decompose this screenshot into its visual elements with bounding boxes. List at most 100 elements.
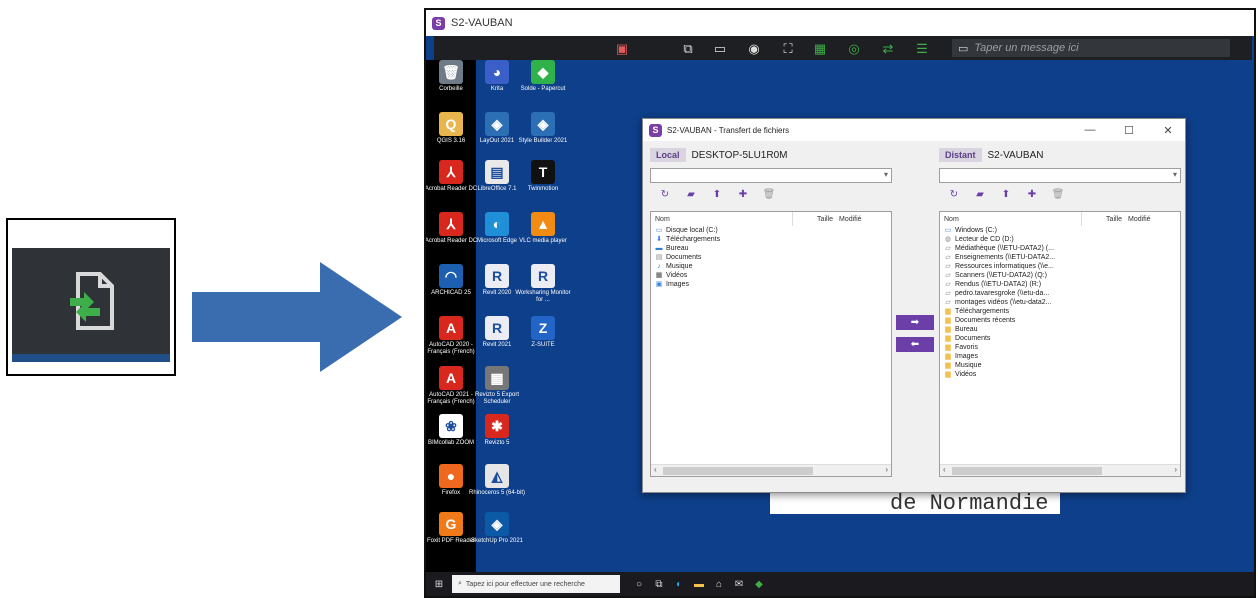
dialog-title: S2-VAUBAN - Transfert de fichiers — [667, 125, 790, 135]
desktop-icon-label: VLC media player — [519, 238, 567, 244]
download-arrow-button[interactable]: ⬅ — [896, 337, 934, 352]
col-name[interactable]: Nom — [944, 212, 1082, 226]
col-modified[interactable]: Modifié — [1126, 216, 1151, 223]
remote-file-list[interactable]: Nom Taille Modifié ▭ Windows (C:) ◍ Lecteur… — [939, 211, 1181, 477]
file-transfer-icon[interactable] — [56, 268, 126, 338]
fullscreen-icon[interactable]: ⛶ — [780, 40, 796, 56]
new-folder-icon[interactable]: ✚ — [736, 189, 750, 200]
list-item[interactable]: ▆ Favoris — [940, 343, 1180, 352]
revizto-icon: ✱ — [485, 414, 509, 438]
papercut-taskbar-icon[interactable]: ◆ — [752, 577, 766, 591]
list-item[interactable]: ▱ montages vidéos (\\etu-data2... — [940, 298, 1180, 307]
network-drive-icon: ▱ — [945, 263, 951, 270]
list-item[interactable]: ▆ Images — [940, 352, 1180, 361]
up-folder-icon[interactable]: ⬆ — [999, 189, 1013, 200]
col-size[interactable]: Taille — [793, 216, 837, 223]
monitor-icon[interactable]: ▭ — [712, 40, 728, 56]
scroll-thumb[interactable] — [663, 467, 813, 475]
scroll-left-icon[interactable]: ‹ — [654, 465, 657, 474]
desktop-icon[interactable]: ▦ Revizto 5 Export Scheduler — [468, 366, 526, 406]
close-button[interactable]: ✕ — [1151, 124, 1185, 137]
list-item-label: Favoris — [955, 344, 978, 351]
scroll-thumb[interactable] — [952, 467, 1102, 475]
settings-sliders-icon[interactable]: ☰ — [914, 40, 930, 56]
list-item[interactable]: ♪ Musique — [651, 262, 891, 271]
store-taskbar-icon[interactable]: ⌂ — [712, 577, 726, 591]
desktop-icon[interactable]: ◭ Rhinoceros 5 (64-bit) — [468, 464, 526, 497]
list-item[interactable]: ▆ Musique — [940, 361, 1180, 370]
remote-path-combo[interactable]: ▾ — [939, 168, 1181, 183]
windows-start-icon[interactable]: ⊞ — [432, 577, 446, 591]
list-item[interactable]: ▤ Documents — [651, 253, 891, 262]
local-hscroll[interactable]: ‹ › — [651, 464, 891, 476]
new-folder-icon[interactable]: ✚ — [1025, 189, 1039, 200]
list-item[interactable]: ▱ Ressources informatiques (\\e... — [940, 262, 1180, 271]
refresh-icon[interactable]: ↻ — [947, 189, 961, 200]
taskbar-search[interactable]: ⌕ Tapez ici pour effectuer une recherche — [452, 575, 620, 593]
list-item[interactable]: ▣ Images — [651, 280, 891, 289]
local-file-list[interactable]: Nom Taille Modifié ▭ Disque local (C:) ⬇ Té… — [650, 211, 892, 477]
split-view-icon[interactable]: ▦ — [812, 40, 828, 56]
desktop-icon-label: Z-SUITE — [531, 342, 555, 348]
list-item[interactable]: ▱ Enseignements (\\ETU-DATA2... — [940, 253, 1180, 262]
scroll-right-icon[interactable]: › — [885, 465, 888, 474]
maximize-button[interactable]: ☐ — [1112, 124, 1146, 137]
screen-share-icon[interactable]: ▣ — [614, 40, 630, 56]
up-folder-icon[interactable]: ⬆ — [710, 189, 724, 200]
revit-icon: R — [485, 316, 509, 340]
multi-monitor-icon[interactable]: ⧉ — [680, 40, 696, 56]
task-view-icon[interactable]: ⧉ — [652, 577, 666, 591]
desktop-icon[interactable]: ✱ Revizto 5 — [468, 414, 526, 447]
list-item[interactable]: ▱ Scanners (\\ETU-DATA2) (Q:) — [940, 271, 1180, 280]
message-placeholder: Taper un message ici — [974, 42, 1079, 54]
scroll-left-icon[interactable]: ‹ — [943, 465, 946, 474]
refresh-icon[interactable]: ↻ — [658, 189, 672, 200]
desktop-icon[interactable]: ◈ SketchUp Pro 2021 — [468, 512, 526, 545]
list-item[interactable]: ▦ Vidéos — [651, 271, 891, 280]
move-icon[interactable]: ▰ — [684, 189, 698, 200]
view-icon[interactable]: ◉ — [746, 40, 762, 56]
list-item[interactable]: ▱ Rendus (\\ETU-DATA2) (R:) — [940, 280, 1180, 289]
desktop-icon[interactable]: T Twinmotion — [514, 160, 572, 193]
list-item[interactable]: ▭ Disque local (C:) — [651, 226, 891, 235]
list-item[interactable]: ▭ Windows (C:) — [940, 226, 1180, 235]
scroll-right-icon[interactable]: › — [1174, 465, 1177, 474]
delete-icon[interactable]: 🗑 — [762, 189, 776, 200]
local-list-header: Nom Taille Modifié — [651, 212, 891, 226]
list-item[interactable]: ▆ Téléchargements — [940, 307, 1180, 316]
folder-icon: ▆ — [945, 335, 951, 342]
delete-icon[interactable]: 🗑 — [1051, 189, 1065, 200]
mail-taskbar-icon[interactable]: ✉ — [732, 577, 746, 591]
cortana-icon[interactable]: ○ — [632, 577, 646, 591]
desktop-icon-label: Rhinoceros 5 (64-bit) — [468, 490, 526, 496]
list-item[interactable]: ▆ Documents — [940, 334, 1180, 343]
list-item[interactable]: ▆ Bureau — [940, 325, 1180, 334]
desktop-icon[interactable]: R Worksharing Monitor for ... — [514, 264, 572, 304]
col-modified[interactable]: Modifié — [837, 216, 862, 223]
list-item[interactable]: ◍ Lecteur de CD (D:) — [940, 235, 1180, 244]
message-box[interactable]: ▭ Taper un message ici — [952, 39, 1230, 57]
list-item[interactable]: ▬ Bureau — [651, 244, 891, 253]
list-item-label: Windows (C:) — [955, 227, 998, 234]
move-icon[interactable]: ▰ — [973, 189, 987, 200]
file-transfer-toolbar-icon[interactable]: ⇄ — [880, 40, 896, 56]
list-item[interactable]: ⬇ Téléchargements — [651, 235, 891, 244]
desktop-icon[interactable]: ▲ VLC media player — [514, 212, 572, 245]
upload-arrow-button[interactable]: ➡ — [896, 315, 934, 330]
record-icon[interactable]: ◎ — [846, 40, 862, 56]
explorer-taskbar-icon[interactable]: ▬ — [692, 577, 706, 591]
desktop-icon[interactable]: Z Z-SUITE — [514, 316, 572, 349]
list-item[interactable]: ▆ Vidéos — [940, 370, 1180, 379]
list-item[interactable]: ▆ Documents récents — [940, 316, 1180, 325]
minimize-button[interactable]: — — [1073, 124, 1107, 136]
col-size[interactable]: Taille — [1082, 216, 1126, 223]
col-name[interactable]: Nom — [655, 212, 793, 226]
desktop-icon[interactable]: ◆ Solde - Papercut — [514, 60, 572, 93]
edge-taskbar-icon[interactable]: ◐ — [672, 577, 686, 591]
desktop-icon[interactable]: ◈ Style Builder 2021 — [514, 112, 572, 145]
image-icon: ▣ — [655, 281, 663, 288]
list-item[interactable]: ▱ Médiathèque (\\ETU-DATA2) (... — [940, 244, 1180, 253]
local-path-combo[interactable]: ▾ — [650, 168, 892, 183]
remote-hscroll[interactable]: ‹ › — [940, 464, 1180, 476]
list-item[interactable]: ▱ pedro.tavaresgroke (\\etu-da... — [940, 289, 1180, 298]
